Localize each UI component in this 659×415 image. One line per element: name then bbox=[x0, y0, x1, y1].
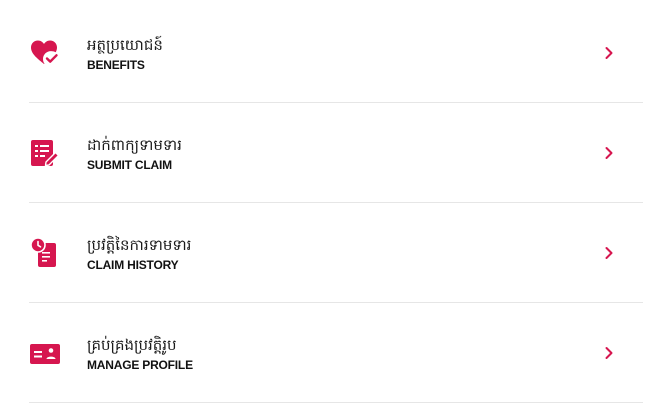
menu-item-label-en: BENEFITS bbox=[87, 57, 145, 72]
menu-item-label-en: SUBMIT CLAIM bbox=[87, 157, 172, 172]
document-edit-icon bbox=[29, 137, 61, 169]
menu-item-label-km: គ្រប់គ្រងប្រវត្តិរូប bbox=[87, 335, 177, 354]
menu-item-label-km: អត្ថប្រយោជន៍ bbox=[87, 35, 163, 54]
benefits-menu: អត្ថប្រយោជន៍ BENEFITS ដាក់ពាក្យទាមទារ SU… bbox=[0, 0, 659, 415]
menu-item-labels: អត្ថប្រយោជន៍ BENEFITS bbox=[87, 33, 599, 73]
menu-item-label-km: ដាក់ពាក្យទាមទារ bbox=[87, 135, 182, 154]
menu-item-labels: គ្រប់គ្រងប្រវត្តិរូប MANAGE PROFILE bbox=[87, 333, 599, 373]
menu-item-labels: ប្រវត្តិនៃការទាមទារ CLAIM HISTORY bbox=[87, 233, 599, 273]
menu-item-benefits[interactable]: អត្ថប្រយោជន៍ BENEFITS bbox=[29, 3, 643, 103]
menu-item-label-km: ប្រវត្តិនៃការទាមទារ bbox=[87, 235, 192, 254]
menu-item-label-en: CLAIM HISTORY bbox=[87, 257, 179, 272]
menu-item-manage-profile[interactable]: គ្រប់គ្រងប្រវត្តិរូប MANAGE PROFILE bbox=[29, 303, 643, 403]
heart-check-icon bbox=[29, 37, 61, 69]
chevron-right-icon bbox=[599, 243, 619, 263]
menu-item-claim-history[interactable]: ប្រវត្តិនៃការទាមទារ CLAIM HISTORY bbox=[29, 203, 643, 303]
menu-item-label-en: MANAGE PROFILE bbox=[87, 357, 193, 372]
chevron-right-icon bbox=[599, 343, 619, 363]
id-card-icon bbox=[29, 337, 61, 369]
menu-item-labels: ដាក់ពាក្យទាមទារ SUBMIT CLAIM bbox=[87, 133, 599, 173]
clock-document-icon bbox=[29, 236, 61, 269]
chevron-right-icon bbox=[599, 43, 619, 63]
chevron-right-icon bbox=[599, 143, 619, 163]
menu-item-submit-claim[interactable]: ដាក់ពាក្យទាមទារ SUBMIT CLAIM bbox=[29, 103, 643, 203]
